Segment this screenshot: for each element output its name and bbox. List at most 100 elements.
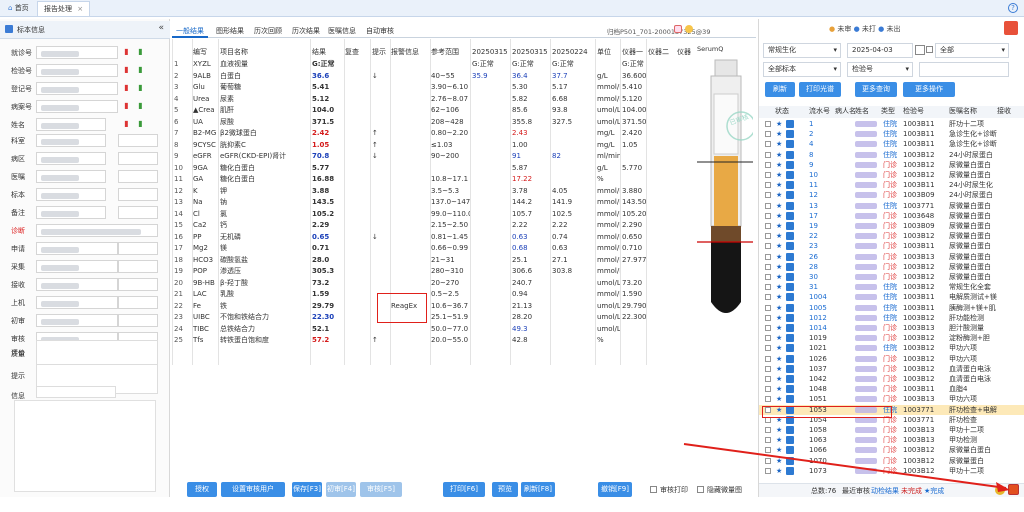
left-field-input-2[interactable]: [118, 296, 158, 309]
copy-icon[interactable]: ▮: [136, 101, 145, 111]
table-row[interactable]: PP 无机磷 0.65 ↓ 0.81~1.45 0.63 0.74 mmol/L 0.650 16: [172, 231, 692, 243]
left-field-input-2[interactable]: [118, 134, 158, 147]
table-row[interactable]: B2-MG β2微球蛋白 2.42 ↑ 0.80~2.20 2.43 mg/L 2.420 7: [172, 127, 692, 139]
star-icon[interactable]: ★: [776, 313, 782, 323]
list-item[interactable]: ★ 12 门诊 1003B09 24小时尿蛋白: [759, 190, 1024, 200]
left-field-input[interactable]: [36, 278, 118, 291]
list-item[interactable]: ★ 26 门诊 1003B13 尿微量白蛋白: [759, 252, 1024, 262]
row-checkbox[interactable]: [765, 131, 771, 138]
star-icon[interactable]: ★: [776, 119, 782, 129]
left-field-input-2[interactable]: [118, 278, 158, 291]
row-checkbox[interactable]: [765, 141, 771, 148]
row-checkbox[interactable]: [765, 243, 771, 250]
list-item[interactable]: ★ 1012 住院 1003B12 肝功能检测: [759, 313, 1024, 323]
result-tab[interactable]: 自动审核: [362, 24, 398, 38]
list-item[interactable]: ★ 2 住院 1003B11 急诊生化+诊断: [759, 129, 1024, 139]
column-header[interactable]: 参考范围: [431, 46, 471, 58]
status-select[interactable]: 全部标本 ▾: [763, 62, 841, 77]
date-input[interactable]: 2025-04-03: [847, 43, 913, 58]
list-column-header[interactable]: 医嘱名称: [949, 106, 995, 116]
search-icon[interactable]: ▮: [122, 119, 131, 129]
result-tab[interactable]: 历次结果: [288, 24, 324, 38]
table-row[interactable]: LAC 乳酸 1.59 0.5~2.5 0.94 mmol/L 1.590 21: [172, 288, 692, 300]
column-header[interactable]: 复查: [345, 46, 371, 58]
left-field-input[interactable]: [36, 82, 118, 95]
left-field-input-2[interactable]: [118, 170, 158, 183]
table-row[interactable]: 9ALB 白蛋白 36.6 ↓ 40~55 35.9 36.4 37.7 g/L 36.600 2: [172, 70, 692, 82]
bottom-button[interactable]: 刷新[F8]: [521, 482, 555, 497]
table-row[interactable]: Urea 尿素 5.12 2.76~8.07 5.82 6.68 mmol/L 5.120 4: [172, 93, 692, 105]
star-icon[interactable]: ★: [776, 343, 782, 353]
star-icon[interactable]: ★: [776, 252, 782, 262]
scope-select[interactable]: 全部 ▾: [935, 43, 1009, 58]
row-checkbox[interactable]: [765, 212, 771, 219]
list-item[interactable]: ★ 1042 门诊 1003B12 血清蛋白电泳: [759, 374, 1024, 384]
result-tab[interactable]: 图形结果: [212, 24, 248, 38]
column-header[interactable]: 结果: [312, 46, 344, 58]
row-checkbox[interactable]: [765, 335, 771, 342]
star-icon[interactable]: ★: [776, 374, 782, 384]
row-checkbox[interactable]: [765, 121, 771, 127]
table-row[interactable]: Fe 铁 29.79 ReagEx 10.6~36.7 21.13 umol/L 29.790…: [172, 300, 692, 312]
row-checkbox[interactable]: [765, 304, 771, 311]
star-icon[interactable]: ★: [776, 262, 782, 272]
search-input[interactable]: [919, 62, 1009, 77]
row-checkbox[interactable]: [765, 253, 771, 260]
result-tab[interactable]: 历次回顾: [250, 24, 286, 38]
row-checkbox[interactable]: [765, 263, 771, 270]
copy-icon[interactable]: ▮: [136, 65, 145, 75]
star-icon[interactable]: ★: [776, 190, 782, 200]
left-field-input[interactable]: [36, 314, 118, 327]
row-checkbox[interactable]: [765, 376, 771, 382]
left-field-input[interactable]: [36, 224, 158, 237]
star-icon[interactable]: ★: [776, 384, 782, 394]
tab-report[interactable]: 报告处理 ×: [37, 1, 91, 16]
row-checkbox[interactable]: [765, 325, 771, 331]
list-item[interactable]: ★ 1037 门诊 1003B12 血清蛋白电泳: [759, 364, 1024, 374]
copy-icon[interactable]: ▮: [136, 83, 145, 93]
list-item[interactable]: ★ 1051 门诊 1003B13 甲功六项: [759, 394, 1024, 404]
star-icon[interactable]: ★: [776, 139, 782, 149]
left-field-input[interactable]: [36, 260, 118, 273]
left-field-input-2[interactable]: [118, 260, 158, 273]
list-item[interactable]: ★ 19 门诊 1003B09 尿微量白蛋白: [759, 221, 1024, 231]
list-item[interactable]: ★ 1004 住院 1003B11 电解质测试+镁: [759, 292, 1024, 302]
star-icon[interactable]: ★: [776, 364, 782, 374]
table-row[interactable]: eGFR eGFR(CKD-EPI)肾计 70.8 ↓ 90~200 91 82 ml/min…: [172, 150, 692, 162]
star-icon[interactable]: ★: [776, 272, 782, 282]
bottom-button[interactable]: 打印[F6]: [443, 482, 485, 497]
table-row[interactable]: HCO3 碳酸氢盐 28.0 21~31 25.1 27.1 mmol/L 27.977 18: [172, 254, 692, 266]
list-item[interactable]: ★ 1014 门诊 1003B13 胆汁酸测量: [759, 323, 1024, 333]
copy-icon[interactable]: ▮: [136, 119, 145, 129]
column-header[interactable]: 编写: [193, 46, 219, 58]
info-input[interactable]: [36, 386, 116, 398]
list-item[interactable]: ★ 1 住院 1003B11 肝功十二项: [759, 119, 1024, 129]
left-field-input-2[interactable]: [118, 314, 158, 327]
table-row[interactable]: GA 糖化白蛋白 16.88 10.8~17.1 17.22% 11: [172, 173, 692, 185]
table-row[interactable]: 9B-HB β-羟丁酸 73.2 20~270 240.7 umol/L 73.20 20: [172, 277, 692, 289]
list-column-header[interactable]: 接收: [997, 106, 1023, 116]
list-item[interactable]: ★ 17 门诊 1003648 尿微量白蛋白: [759, 211, 1024, 221]
row-checkbox[interactable]: [765, 172, 771, 178]
table-row[interactable]: TIBC 总铁结合力 52.1 50.0~77.0 49.3 umol/L 24: [172, 323, 692, 335]
bottom-button[interactable]: 设置审核用户: [221, 482, 285, 497]
search-icon[interactable]: ▮: [122, 83, 131, 93]
left-field-input[interactable]: [36, 118, 106, 131]
more-actions-button[interactable]: 更多操作: [903, 82, 955, 97]
star-icon[interactable]: ★: [776, 394, 782, 404]
list-item[interactable]: ★ 11 门诊 1003B11 24小时尿生化: [759, 180, 1024, 190]
left-field-input[interactable]: [36, 242, 118, 255]
column-header[interactable]: 20250315: [472, 46, 510, 58]
row-checkbox[interactable]: [765, 427, 771, 433]
star-icon[interactable]: ★: [776, 129, 782, 139]
left-field-input[interactable]: [36, 170, 106, 183]
list-item[interactable]: ★ 28 门诊 1003B12 尿微量白蛋白: [759, 262, 1024, 272]
row-checkbox[interactable]: [765, 355, 771, 362]
star-icon[interactable]: ★: [776, 282, 782, 292]
copy-icon[interactable]: ▮: [136, 47, 145, 57]
column-header[interactable]: 仪器一: [622, 46, 648, 58]
star-icon[interactable]: ★: [776, 170, 782, 180]
calendar-icon[interactable]: [915, 45, 925, 55]
star-icon[interactable]: ★: [776, 323, 782, 333]
table-row[interactable]: 9CYSC 胱抑素C 1.05 ↑ ≤1.03 1.00 mg/L 1.05 8: [172, 139, 692, 151]
